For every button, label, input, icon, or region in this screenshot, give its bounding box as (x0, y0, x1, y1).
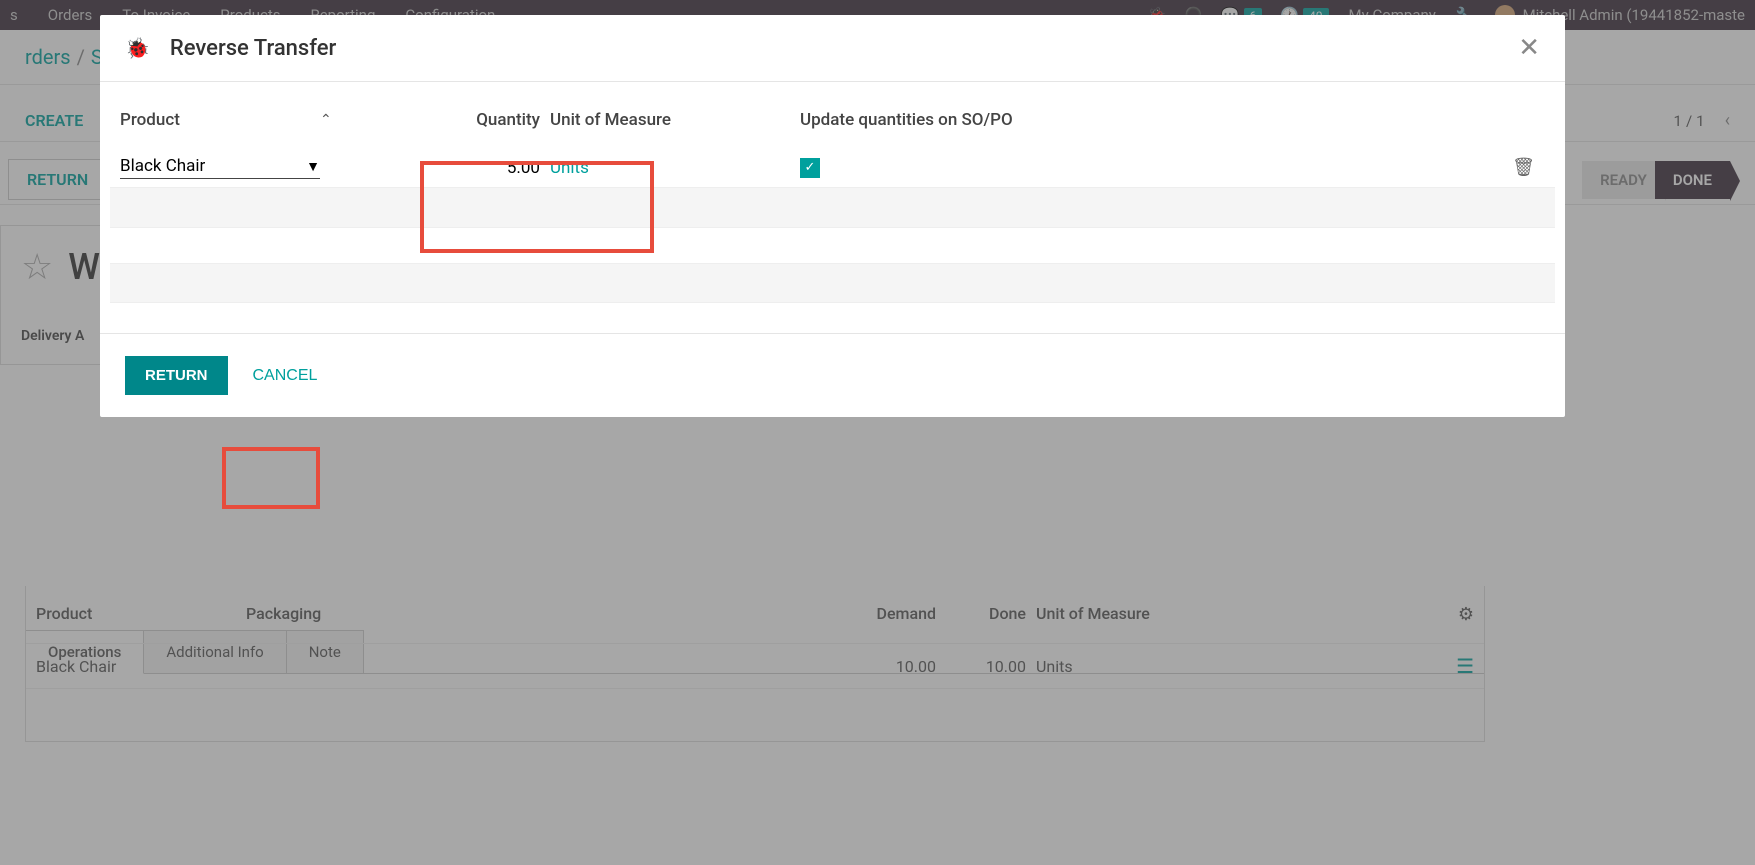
mcol-header-product[interactable]: Product (120, 110, 320, 130)
close-icon[interactable]: ✕ (1518, 33, 1540, 63)
product-value: Black Chair (120, 156, 205, 176)
modal-title: Reverse Transfer (170, 36, 336, 61)
modal-table-header: Product ⌃ Quantity Unit of Measure Updat… (110, 92, 1555, 148)
modal-footer: RETURN CANCEL (100, 333, 1565, 417)
sort-caret-icon: ⌃ (320, 112, 332, 128)
bug-icon[interactable]: 🐞 (125, 36, 150, 60)
uom-value[interactable]: Units (550, 158, 800, 178)
mcol-header-quantity[interactable]: ⌃ Quantity (320, 110, 550, 130)
update-checkbox[interactable]: ✓ (800, 158, 1290, 178)
quantity-input[interactable]: 5.00 (320, 158, 550, 178)
product-select[interactable]: Black Chair ▼ (120, 156, 320, 179)
modal-header: 🐞 Reverse Transfer ✕ (100, 15, 1565, 82)
checkbox-icon: ✓ (800, 158, 820, 178)
trash-icon[interactable]: 🗑 (1512, 157, 1535, 178)
modal-body: Product ⌃ Quantity Unit of Measure Updat… (100, 82, 1565, 333)
modal-empty-row (110, 188, 1555, 228)
reverse-transfer-modal: 🐞 Reverse Transfer ✕ Product ⌃ Quantity … (100, 15, 1565, 417)
mcol-header-update[interactable]: Update quantities on SO/PO (800, 110, 1290, 130)
quantity-label: Quantity (476, 110, 540, 130)
modal-table-row[interactable]: Black Chair ▼ 5.00 Units ✓ 🗑 (110, 148, 1555, 188)
caret-down-icon: ▼ (306, 158, 320, 175)
cancel-button[interactable]: CANCEL (253, 367, 318, 385)
modal-footer-row (110, 263, 1555, 303)
mcol-header-uom[interactable]: Unit of Measure (550, 110, 800, 130)
return-button[interactable]: RETURN (125, 356, 228, 395)
